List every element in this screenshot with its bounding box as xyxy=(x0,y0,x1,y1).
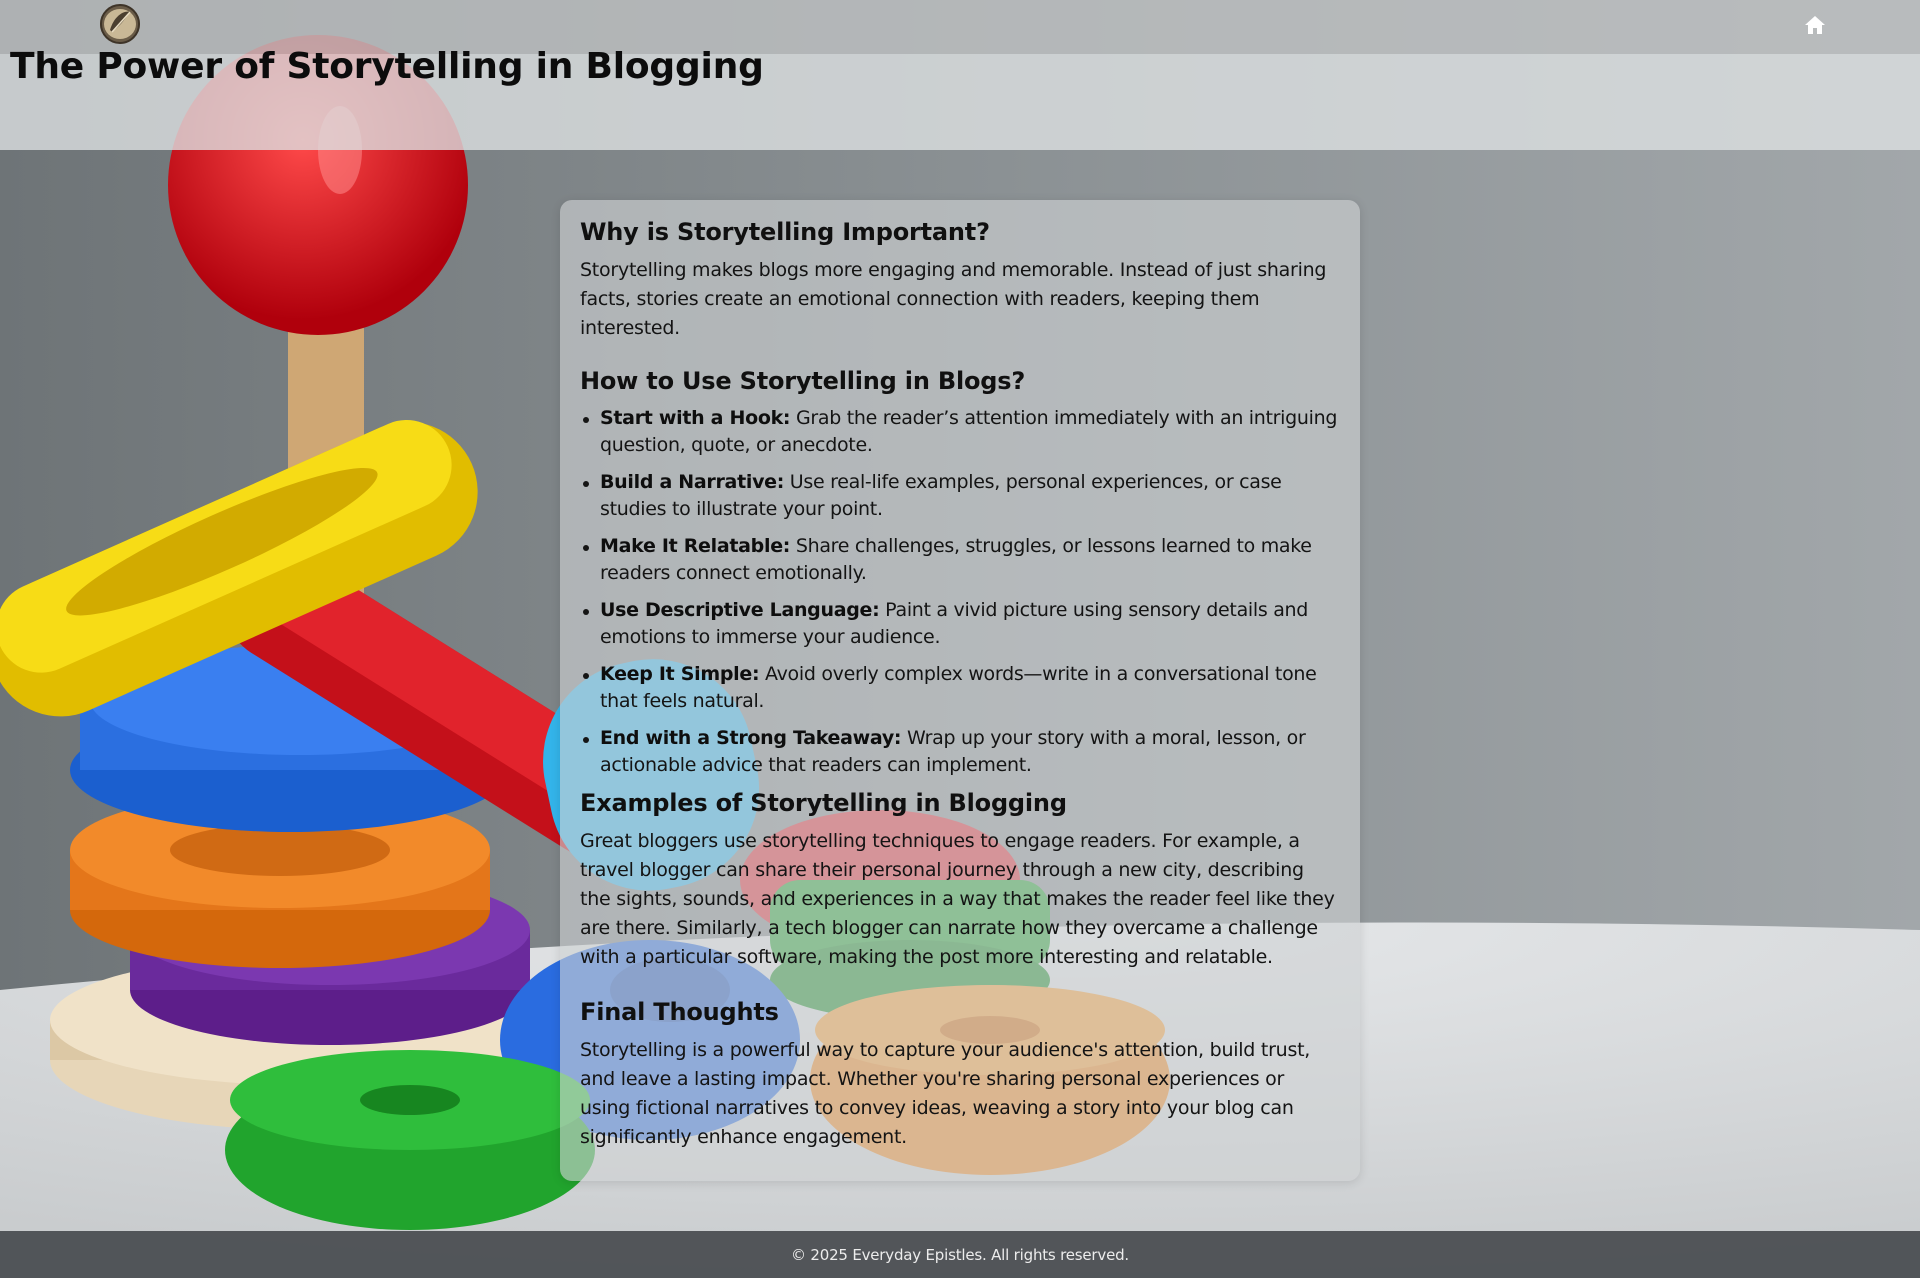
feather-emblem-icon[interactable] xyxy=(98,2,142,44)
list-item: Start with a Hook: Grab the reader’s att… xyxy=(583,405,1338,459)
list-item-label: Make It Relatable: xyxy=(600,535,791,557)
list-item: Use Descriptive Language: Paint a vivid … xyxy=(583,597,1338,651)
list-item: Build a Narrative: Use real-life example… xyxy=(583,469,1338,523)
section-paragraph: Great bloggers use storytelling techniqu… xyxy=(580,830,1335,968)
section-paragraph: Storytelling is a powerful way to captur… xyxy=(580,1039,1311,1148)
home-icon[interactable] xyxy=(1804,15,1826,35)
section-how-to-use: How to Use Storytelling in Blogs? Start … xyxy=(580,367,1338,779)
tips-list: Start with a Hook: Grab the reader’s att… xyxy=(580,405,1338,779)
article-card: Why is Storytelling Important? Storytell… xyxy=(560,200,1360,1181)
section-heading: Why is Storytelling Important? xyxy=(580,218,990,246)
list-item-label: Start with a Hook: xyxy=(600,407,791,429)
section-heading: How to Use Storytelling in Blogs? xyxy=(580,367,1026,395)
list-item: End with a Strong Takeaway: Wrap up your… xyxy=(583,725,1338,779)
list-item-label: Keep It Simple: xyxy=(600,663,760,685)
list-item-label: Use Descriptive Language: xyxy=(600,599,880,621)
list-item-label: End with a Strong Takeaway: xyxy=(600,727,902,749)
section-why-storytelling: Why is Storytelling Important? Storytell… xyxy=(580,218,1338,343)
page-footer: © 2025 Everyday Epistles. All rights res… xyxy=(0,1231,1920,1278)
section-heading: Examples of Storytelling in Blogging xyxy=(580,789,1067,817)
section-paragraph: Storytelling makes blogs more engaging a… xyxy=(580,259,1327,339)
section-final-thoughts: Final Thoughts Storytelling is a powerfu… xyxy=(580,998,1338,1152)
page-title: The Power of Storytelling in Blogging xyxy=(10,46,764,87)
list-item: Keep It Simple: Avoid overly complex wor… xyxy=(583,661,1338,715)
copyright-text: © 2025 Everyday Epistles. All rights res… xyxy=(791,1245,1129,1264)
section-examples: Examples of Storytelling in Blogging Gre… xyxy=(580,789,1338,972)
list-item-label: Build a Narrative: xyxy=(600,471,785,493)
section-heading: Final Thoughts xyxy=(580,998,779,1026)
list-item: Make It Relatable: Share challenges, str… xyxy=(583,533,1338,587)
